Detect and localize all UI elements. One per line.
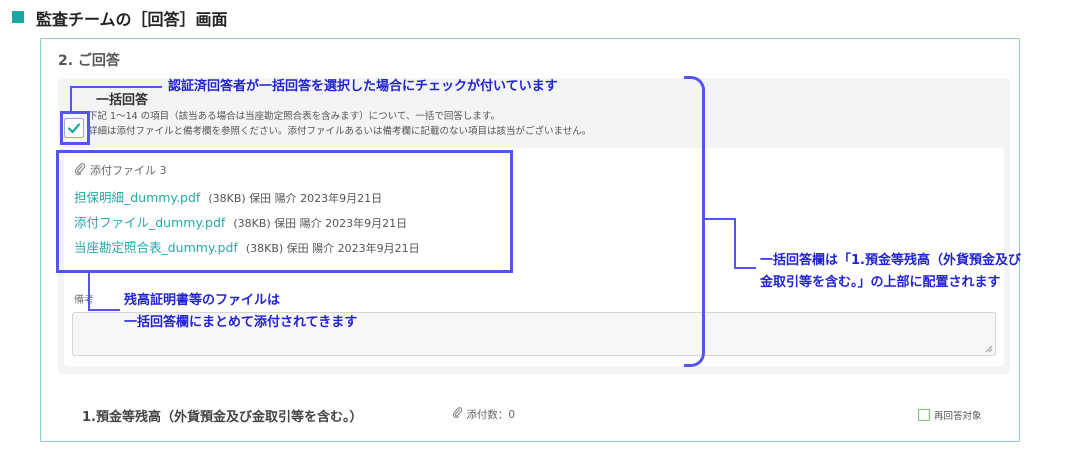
- paperclip-icon: [452, 407, 466, 421]
- annotation-position-note-line-2: 金取引等を含む。」の上部に配置されます: [760, 275, 1001, 290]
- checkbox-highlight-frame: [60, 111, 90, 145]
- bulk-desc-line-2: 詳細は添付ファイルと備考欄を参照ください。添付ファイルあるいは備考欄に記載のない…: [88, 126, 592, 137]
- bulk-desc-line-1: 下記 1〜14 の項目（該当ある場合は当座勘定照合表を含みます）について、一括で…: [88, 111, 500, 122]
- annotation-connector: [704, 218, 736, 220]
- annotation-connector: [88, 309, 120, 311]
- annotation-position-note: 一括回答欄は「1.預金等残高（外貨預金及び 金取引等を含む。」の上部に配置されま…: [760, 250, 1021, 294]
- annotation-position-note-line-1: 一括回答欄は「1.預金等残高（外貨預金及び: [760, 253, 1021, 268]
- annotation-checkbox-note: 認証済回答者が一括回答を選択した場合にチェックが付いています: [168, 79, 558, 94]
- question-attachment-count: 添付数：0: [452, 407, 515, 422]
- annotation-files-note-line-1: 残高証明書等のファイルは: [124, 293, 281, 308]
- annotation-files-note-line-2: 一括回答欄にまとめて添付されてきます: [124, 315, 358, 330]
- resize-handle-icon[interactable]: [985, 345, 993, 353]
- question-title[interactable]: 1.預金等残高（外貨預金及び金取引等を含む。）: [82, 406, 362, 425]
- header-square-marker: [12, 11, 24, 23]
- re-answer-checkbox[interactable]: [918, 409, 930, 421]
- annotation-files-note: 残高証明書等のファイルは 一括回答欄にまとめて添付されてきます: [124, 290, 357, 334]
- re-answer-label: 再回答対象: [934, 411, 982, 422]
- files-highlight-frame: [56, 150, 513, 273]
- bulk-answer-bracket: [684, 76, 705, 367]
- memo-label: 備考: [74, 295, 94, 306]
- annotation-connector: [734, 218, 736, 269]
- bulk-answer-title: 一括回答: [96, 93, 149, 108]
- question-attachment-label: 添付数：0: [466, 409, 516, 421]
- page-title: 監査チームの［回答］画面: [36, 10, 228, 29]
- bulk-answer-description: 下記 1〜14 の項目（該当ある場合は当座勘定照合表を含みます）について、一括で…: [88, 109, 591, 139]
- section-title: 2. ご回答: [58, 53, 120, 69]
- annotation-connector: [734, 267, 756, 269]
- annotation-connector: [70, 86, 72, 112]
- annotation-connector: [70, 86, 162, 88]
- annotation-connector: [88, 270, 90, 310]
